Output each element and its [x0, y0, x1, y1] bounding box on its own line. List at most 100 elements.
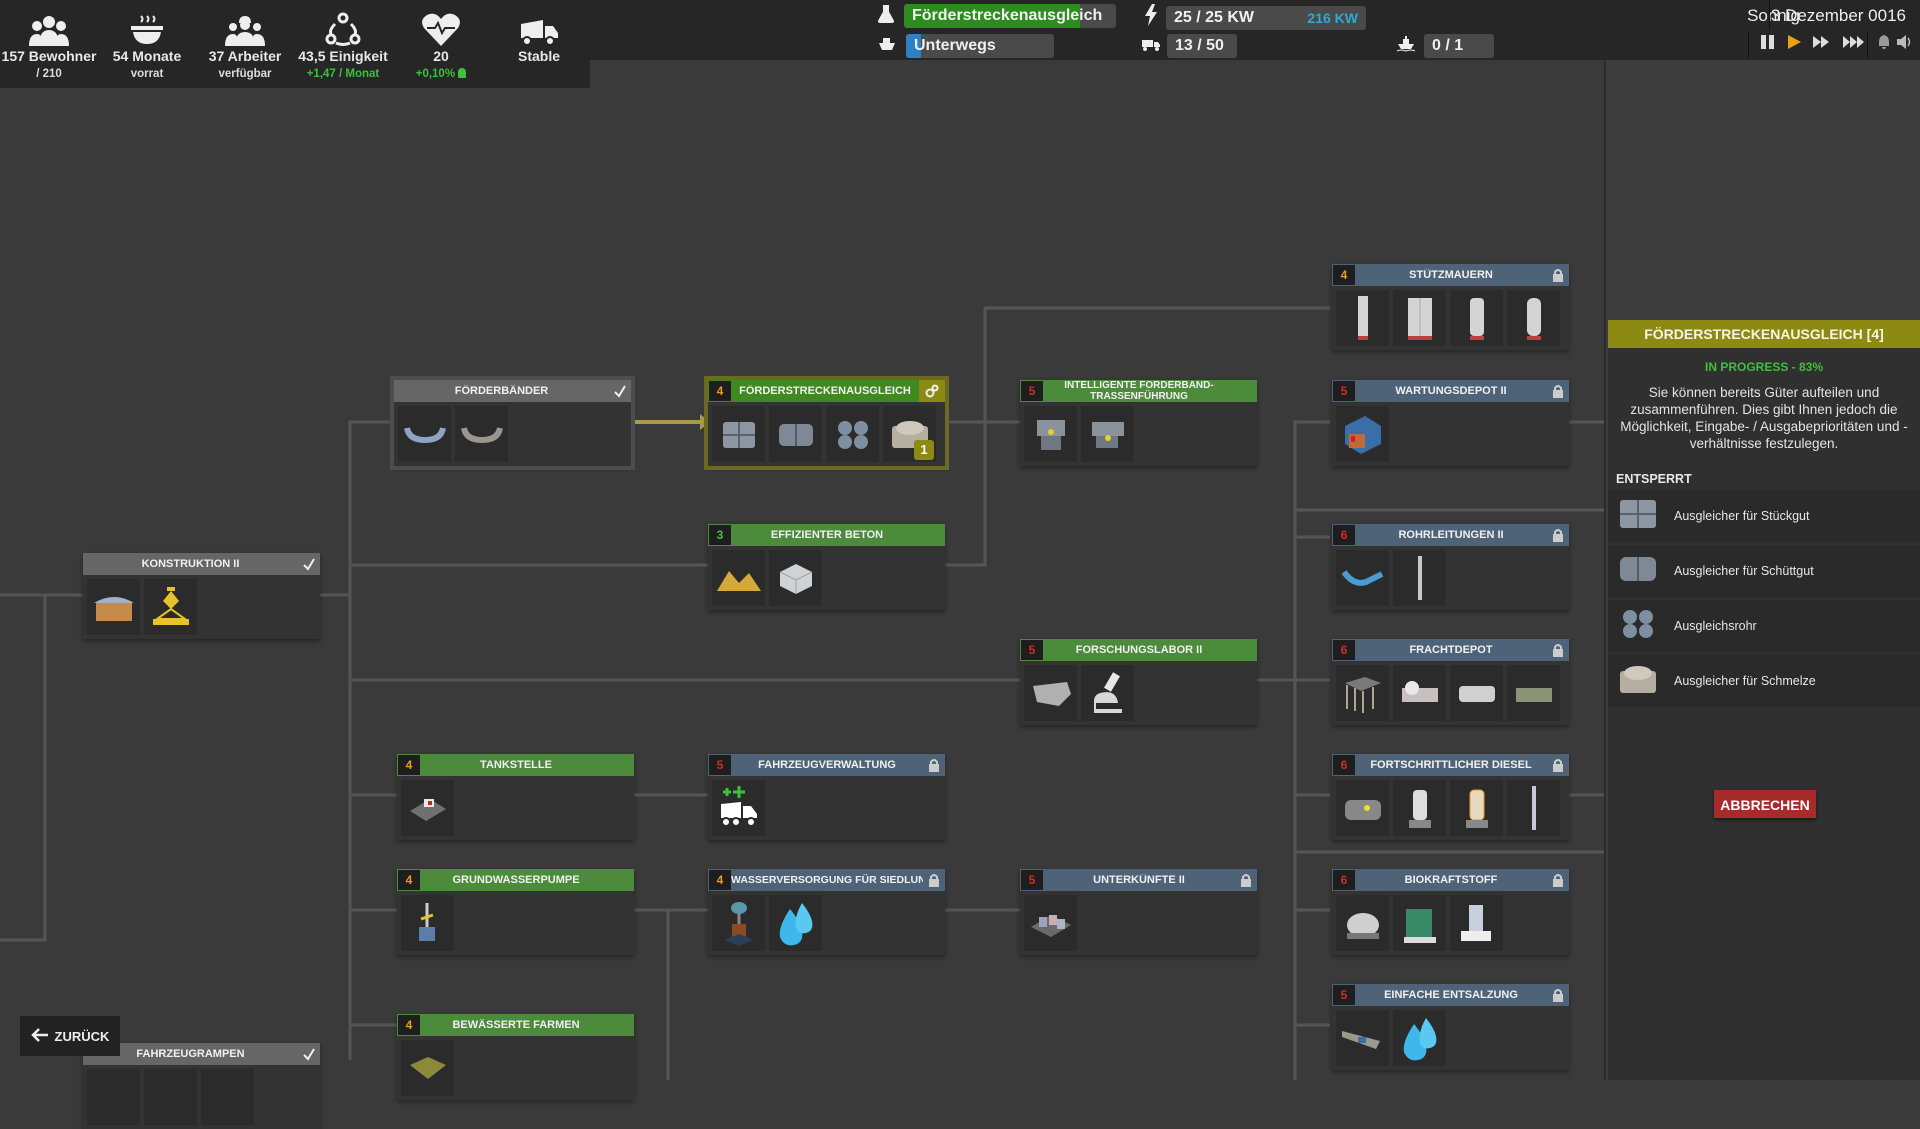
sand-icon[interactable] [712, 550, 765, 606]
conveyor-belt-icon[interactable] [398, 406, 451, 462]
water-drops-icon[interactable] [769, 895, 822, 951]
tech-node-foerderbaender[interactable]: FÖRDERBÄNDER [390, 376, 635, 470]
unlocked-item[interactable]: Ausgleicher für Schüttgut [1608, 545, 1920, 597]
tech-node-tankstelle[interactable]: 4 TANKSTELLE [397, 754, 634, 840]
ramp-icon[interactable] [201, 1069, 254, 1125]
unlocked-item[interactable]: Ausgleicher für Schmelze [1608, 655, 1920, 707]
irrigated-farm-icon[interactable] [401, 1040, 454, 1096]
bell-icon[interactable] [1876, 34, 1892, 55]
housing-icon[interactable] [1024, 895, 1077, 951]
construction-depot-icon[interactable] [87, 579, 140, 635]
status-bar[interactable]: Unterwegs [906, 34, 1054, 58]
stat-vehicles[interactable]: Stable [490, 0, 588, 88]
tech-node-wasserversorgung[interactable]: 4WASSERVERSORGUNG FÜR SIEDLUNGEN [708, 869, 945, 955]
chimney-icon[interactable] [1507, 780, 1560, 836]
stat-food[interactable]: 54 Monate vorrat [98, 0, 196, 88]
unit-balancer-icon[interactable] [712, 406, 765, 462]
conveyor-router-icon[interactable] [1024, 406, 1077, 462]
pipe-pillar-icon[interactable] [1393, 550, 1446, 606]
tech-node-biokraftstoff[interactable]: 6 BIOKRAFTSTOFF [1332, 869, 1569, 955]
stat-unity[interactable]: 43,5 Einigkeit +1,47 / Monat [294, 0, 392, 88]
power-indicator[interactable]: 25 / 25 KW 216 KW [1144, 4, 1366, 31]
ramp-icon[interactable] [87, 1069, 140, 1125]
stat-population[interactable]: 157 Bewohner / 210 [0, 0, 98, 88]
back-button[interactable]: ZURÜCK [20, 1016, 120, 1056]
tech-node-grundwasser[interactable]: 4 GRUNDWASSERPUMPE [397, 869, 634, 955]
pipe-balancer-icon[interactable] [826, 406, 879, 462]
groundwater-pump-icon[interactable] [401, 895, 454, 951]
node-title: GRUNDWASSERPUMPE [452, 874, 580, 886]
research-lab-icon[interactable] [1024, 665, 1077, 721]
play-button[interactable] [1786, 34, 1802, 55]
lock-icon [923, 873, 945, 887]
node-title: STÜTZMAUERN [1409, 269, 1493, 281]
retaining-wall-corner-icon[interactable] [1450, 290, 1503, 346]
node-title: FORTSCHRITTLICHER DIESEL [1370, 759, 1532, 771]
status-indicator[interactable]: Unterwegs [878, 34, 1054, 58]
maintenance-depot-icon[interactable] [1336, 406, 1389, 462]
crane-hook-icon[interactable] [144, 579, 197, 635]
concrete-block-icon[interactable] [769, 550, 822, 606]
node-title: TANKSTELLE [480, 759, 552, 771]
retaining-wall-double-icon[interactable] [1393, 290, 1446, 346]
tech-node-wartungsdepot[interactable]: 5 WARTUNGSDEPOT II [1332, 380, 1569, 466]
tech-node-konstruktion[interactable]: KONSTRUKTION II [83, 553, 320, 639]
unit-balancer-icon [1616, 494, 1660, 539]
tech-node-intelligente[interactable]: 5 INTELLIGENTE FÖRDERBAND-TRASSENFÜHRUNG [1020, 380, 1257, 466]
cargo-depot-module-icon[interactable] [1393, 665, 1446, 721]
loose-balancer-icon[interactable] [769, 406, 822, 462]
lock-icon [1235, 873, 1257, 887]
tech-node-entsalzung[interactable]: 5 EINFACHE ENTSALZUNG [1332, 984, 1569, 1070]
vehicle-indicator[interactable]: 13 / 50 [1141, 34, 1237, 58]
tech-node-rohrleitungen[interactable]: 6 ROHRLEITUNGEN II [1332, 524, 1569, 610]
biofuel-plant-icon[interactable] [1393, 895, 1446, 951]
fastest-forward-button[interactable] [1842, 34, 1866, 55]
water-tower-icon[interactable] [712, 895, 765, 951]
refinery-icon[interactable] [1450, 780, 1503, 836]
desalination-plant-icon[interactable] [1336, 1010, 1389, 1066]
pause-button[interactable] [1760, 34, 1776, 55]
speaker-icon[interactable] [1896, 34, 1912, 55]
cargo-depot-icon[interactable] [1336, 665, 1389, 721]
top-bar: Förderstreckenausgleich Unterwegs 25 / 2… [590, 0, 1920, 60]
fast-forward-button[interactable] [1812, 34, 1832, 55]
unlocked-item-label: Ausgleicher für Schmelze [1674, 674, 1816, 688]
cargo-depot-container-icon[interactable] [1450, 665, 1503, 721]
node-header: 5 FORSCHUNGSLABOR II [1020, 639, 1257, 661]
microscope-icon[interactable] [1081, 665, 1134, 721]
stat-health[interactable]: 20 +0,10% [392, 0, 490, 88]
tech-node-ausgleich[interactable]: 4 FÖRDERSTRECKENAUSGLEICH 1 [704, 376, 949, 470]
unlocked-item[interactable]: Ausgleichsrohr [1608, 600, 1920, 652]
retaining-wall-icon[interactable] [1336, 290, 1389, 346]
cargo-depot-fluid-icon[interactable] [1507, 665, 1560, 721]
tech-node-stuetzmauern[interactable]: 4 STÜTZMAUERN [1332, 264, 1569, 350]
water-drops-icon[interactable] [1393, 1010, 1446, 1066]
tech-node-frachtdepot[interactable]: 6 FRACHTDEPOT [1332, 639, 1569, 725]
current-research[interactable]: Förderstreckenausgleich [877, 4, 1116, 28]
tech-node-forschungslabor[interactable]: 5 FORSCHUNGSLABOR II [1020, 639, 1257, 725]
fuel-station-icon[interactable] [401, 780, 454, 836]
ramp-icon[interactable] [144, 1069, 197, 1125]
biofuel-refinery-icon[interactable] [1450, 895, 1503, 951]
tech-node-beton[interactable]: 3 EFFIZIENTER BETON [708, 524, 945, 610]
stat-workers[interactable]: 37 Arbeiter verfügbar [196, 0, 294, 88]
retaining-wall-round-icon[interactable] [1507, 290, 1560, 346]
unlocked-item[interactable]: Ausgleicher für Stückgut [1608, 490, 1920, 542]
fermentation-tank-icon[interactable] [1336, 895, 1389, 951]
tech-node-fahrzeugverwaltung[interactable]: 5 FAHRZEUGVERWALTUNG [708, 754, 945, 840]
pipe-icon[interactable] [1336, 550, 1389, 606]
molten-balancer-icon[interactable]: 1 [883, 406, 936, 462]
research-progress-bar[interactable]: Förderstreckenausgleich [904, 4, 1116, 28]
lock-icon [1547, 988, 1569, 1002]
diesel-generator-icon[interactable] [1336, 780, 1389, 836]
cancel-research-button[interactable]: ABBRECHEN [1714, 790, 1816, 818]
vehicle-management-icon[interactable] [712, 780, 765, 836]
back-label: ZURÜCK [54, 1028, 110, 1044]
tech-node-farmen[interactable]: 4 BEWÄSSERTE FARMEN [397, 1014, 634, 1100]
conveyor-belt-alt-icon[interactable] [455, 406, 508, 462]
ship-indicator[interactable]: 0 / 1 [1396, 34, 1494, 58]
distillation-icon[interactable] [1393, 780, 1446, 836]
conveyor-router-alt-icon[interactable] [1081, 406, 1134, 462]
tech-node-unterkuenfte[interactable]: 5 UNTERKÜNFTE II [1020, 869, 1257, 955]
tech-node-diesel[interactable]: 6 FORTSCHRITTLICHER DIESEL [1332, 754, 1569, 840]
